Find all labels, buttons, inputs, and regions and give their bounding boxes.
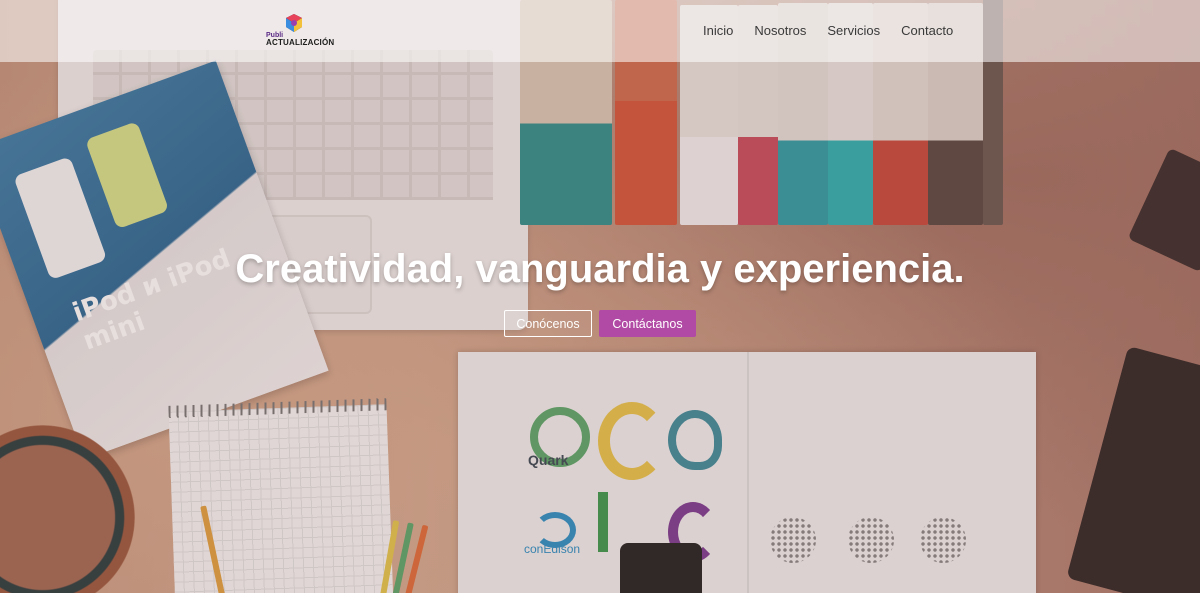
top-navbar: Publi ACTUALIZACIÓN Inicio Nosotros Serv… — [0, 0, 1200, 62]
colorful-cube-logo-icon — [286, 14, 302, 32]
hero-headline: Creatividad, vanguardia y experiencia. — [235, 247, 965, 291]
logo-brand-text: ACTUALIZACIÓN — [266, 38, 335, 47]
site-logo[interactable]: Publi ACTUALIZACIÓN — [266, 13, 336, 47]
nav-item-inicio[interactable]: Inicio — [703, 23, 733, 38]
nav-item-contacto[interactable]: Contacto — [901, 23, 953, 38]
nav-item-nosotros[interactable]: Nosotros — [754, 23, 806, 38]
nav-item-servicios[interactable]: Servicios — [827, 23, 880, 38]
contactanos-button[interactable]: Contáctanos — [599, 310, 696, 337]
hero-section: iPod и iPod mini Quark conEdison Publi A… — [0, 0, 1200, 593]
main-nav: Inicio Nosotros Servicios Contacto — [703, 23, 953, 38]
hero-cta-group: Conócenos Contáctanos — [504, 310, 696, 337]
hero-overlay — [0, 0, 1200, 593]
conocenos-button[interactable]: Conócenos — [504, 310, 592, 337]
